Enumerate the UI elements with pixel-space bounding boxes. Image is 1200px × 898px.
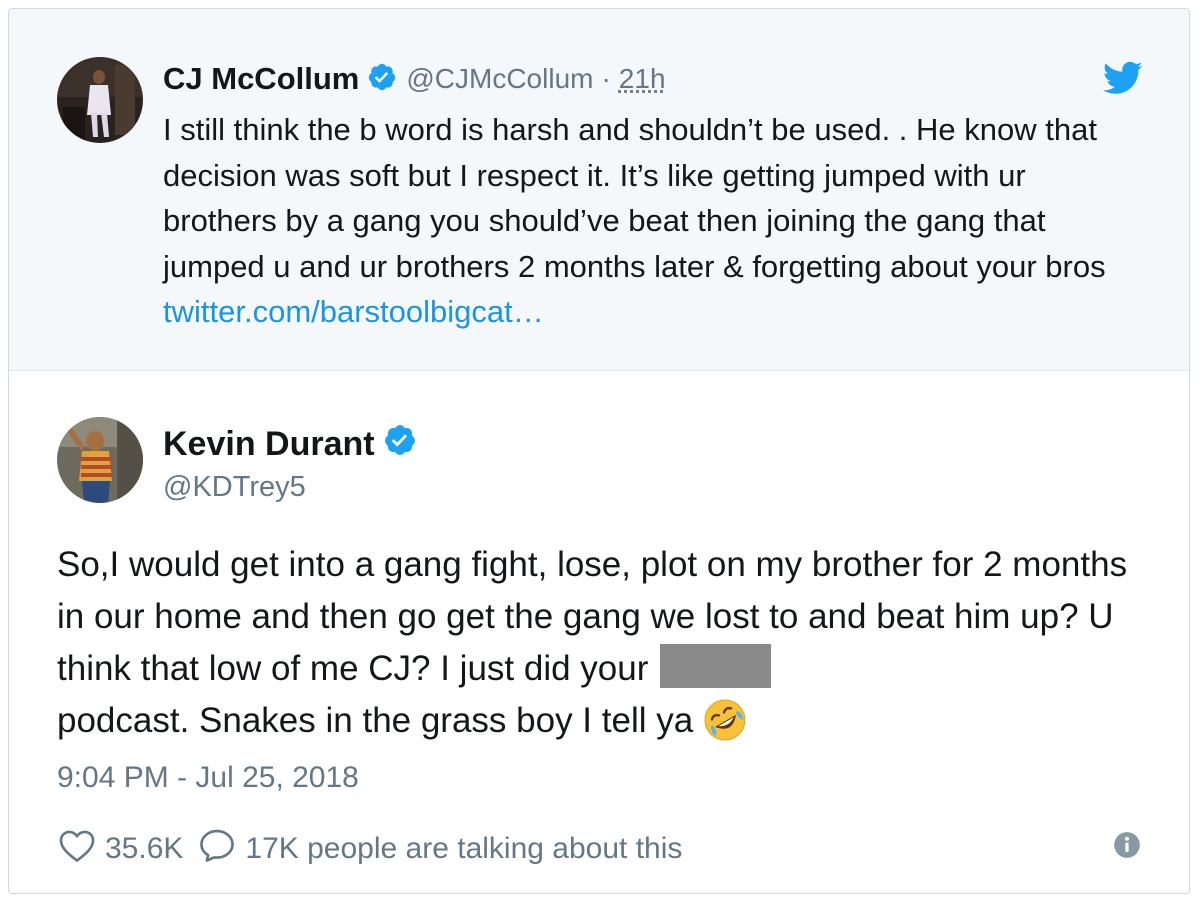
main-author-name[interactable]: Kevin Durant: [163, 425, 375, 464]
redaction-block: [660, 644, 772, 688]
like-count: 35.6K: [105, 832, 184, 865]
verified-badge-icon: [367, 62, 397, 97]
quoted-author-name[interactable]: CJ McCollum: [163, 61, 359, 97]
quoted-tweet-body: I still think the b word is harsh and sh…: [163, 112, 1106, 284]
rolling-on-floor-laughing-emoji-icon: [703, 698, 747, 757]
quoted-tweet-text: I still think the b word is harsh and sh…: [163, 107, 1133, 335]
main-tweet-body-part1: So,I would get into a gang fight, lose, …: [57, 545, 1128, 688]
main-tweet-body-part2: podcast. Snakes in the grass boy I tell …: [57, 701, 694, 740]
twitter-bird-icon[interactable]: [1103, 61, 1143, 100]
main-author-name-row: Kevin Durant: [163, 422, 417, 466]
embedded-tweet-card: CJ McCollum @CJMcCollum · 21h I still th…: [8, 8, 1190, 894]
like-button[interactable]: 35.6K: [57, 827, 197, 871]
conversation-button[interactable]: 17K people are talking about this: [197, 827, 682, 871]
speech-bubble-icon: [197, 827, 237, 871]
header-separator: ·: [601, 63, 611, 94]
kd-avatar[interactable]: [57, 417, 143, 503]
quoted-tweet-link[interactable]: twitter.com/barstoolbigcat…: [163, 294, 544, 329]
verified-badge-icon: [383, 423, 417, 466]
people-talking-text: 17K people are talking about this: [245, 832, 683, 865]
quoted-tweet-time[interactable]: 21h: [619, 63, 666, 95]
cj-avatar[interactable]: [57, 57, 143, 143]
quoted-tweet-header: CJ McCollum @CJMcCollum · 21h: [163, 59, 666, 99]
main-tweet-text: So,I would get into a gang fight, lose, …: [57, 539, 1137, 757]
quoted-author-handle[interactable]: @CJMcCollum: [406, 63, 593, 95]
main-author-handle[interactable]: @KDTrey5: [163, 471, 306, 504]
main-tweet-timestamp[interactable]: 9:04 PM - Jul 25, 2018: [57, 761, 359, 795]
tweet-actions: 35.6K 17K people are talking about this: [57, 827, 682, 871]
heart-icon: [57, 827, 97, 871]
quoted-tweet[interactable]: CJ McCollum @CJMcCollum · 21h I still th…: [9, 9, 1189, 371]
info-icon[interactable]: [1113, 831, 1141, 864]
